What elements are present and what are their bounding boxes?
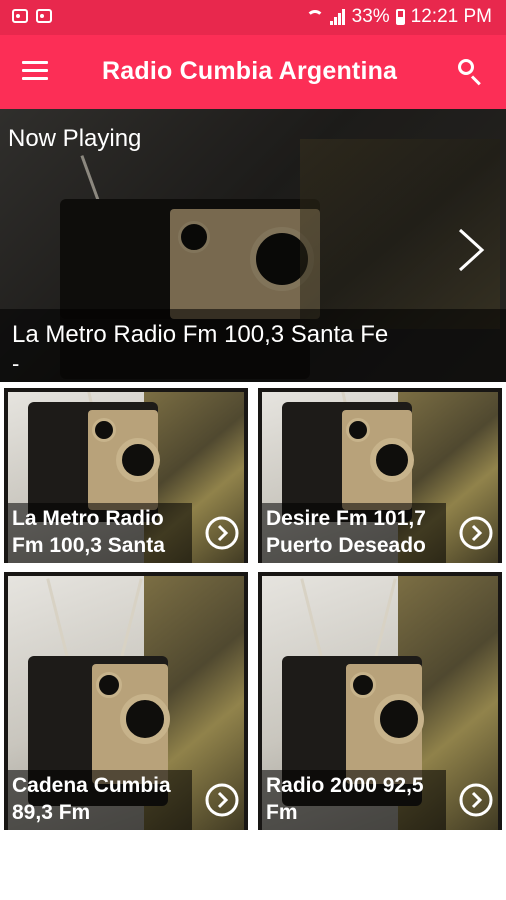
station-title: Cadena Cumbia 89,3 Fm xyxy=(12,772,194,826)
station-title: La Metro Radio Fm 100,3 Santa xyxy=(12,505,194,559)
station-caption: Radio 2000 92,5 Fm xyxy=(262,770,446,830)
now-playing-banner[interactable]: Now Playing La Metro Radio Fm 100,3 Sant… xyxy=(0,109,506,382)
clock: 12:21 PM xyxy=(410,6,492,27)
battery-percent: 33% xyxy=(351,6,390,27)
status-bar: 33% 12:21 PM xyxy=(0,0,506,35)
radio-notification-icon xyxy=(12,9,28,23)
station-title-line: Desire Fm 101,7 xyxy=(266,507,426,530)
now-playing-subtitle: - xyxy=(12,351,20,376)
station-card[interactable]: Radio 2000 92,5 Fm xyxy=(258,572,502,830)
station-card[interactable]: Cadena Cumbia 89,3 Fm xyxy=(4,572,248,830)
app-title: Radio Cumbia Argentina xyxy=(102,57,398,85)
system-status: 33% 12:21 PM xyxy=(305,6,492,28)
now-playing-label: Now Playing xyxy=(8,125,142,152)
station-caption: Desire Fm 101,7 Puerto Deseado xyxy=(262,503,446,563)
station-title-line: La Metro Radio xyxy=(12,507,164,530)
arrow-circle-right-icon[interactable] xyxy=(204,782,240,818)
station-caption: La Metro Radio Fm 100,3 Santa xyxy=(8,503,192,563)
signal-icon xyxy=(329,9,346,25)
station-title-line: Puerto Deseado xyxy=(266,534,426,557)
arrow-circle-right-icon[interactable] xyxy=(204,515,240,551)
bottom-blank-area xyxy=(0,832,506,900)
station-caption: Cadena Cumbia 89,3 Fm xyxy=(8,770,192,830)
station-card[interactable]: La Metro Radio Fm 100,3 Santa xyxy=(4,388,248,563)
now-playing-caption: La Metro Radio Fm 100,3 Santa Fe - xyxy=(0,309,506,382)
app-bar: Radio Cumbia Argentina xyxy=(0,35,506,109)
search-icon[interactable] xyxy=(458,59,484,85)
station-title-line: Fm 100,3 Santa xyxy=(12,534,165,557)
station-title: Desire Fm 101,7 Puerto Deseado xyxy=(266,505,448,559)
station-title: Radio 2000 92,5 Fm xyxy=(266,772,448,826)
now-playing-station: La Metro Radio Fm 100,3 Santa Fe xyxy=(12,321,389,348)
menu-icon[interactable] xyxy=(22,61,48,81)
station-title-line: 89,3 Fm xyxy=(12,801,91,824)
battery-icon xyxy=(395,9,405,25)
radio-notification-icon xyxy=(36,9,52,23)
chevron-right-icon[interactable] xyxy=(456,227,486,273)
station-card[interactable]: Desire Fm 101,7 Puerto Deseado xyxy=(258,388,502,563)
wifi-icon xyxy=(305,10,324,24)
station-title-line: Radio 2000 92,5 xyxy=(266,774,424,797)
station-title-line: Cadena Cumbia xyxy=(12,774,171,797)
station-title-line: Fm xyxy=(266,801,298,824)
arrow-circle-right-icon[interactable] xyxy=(458,515,494,551)
notification-icons xyxy=(12,9,52,23)
arrow-circle-right-icon[interactable] xyxy=(458,782,494,818)
